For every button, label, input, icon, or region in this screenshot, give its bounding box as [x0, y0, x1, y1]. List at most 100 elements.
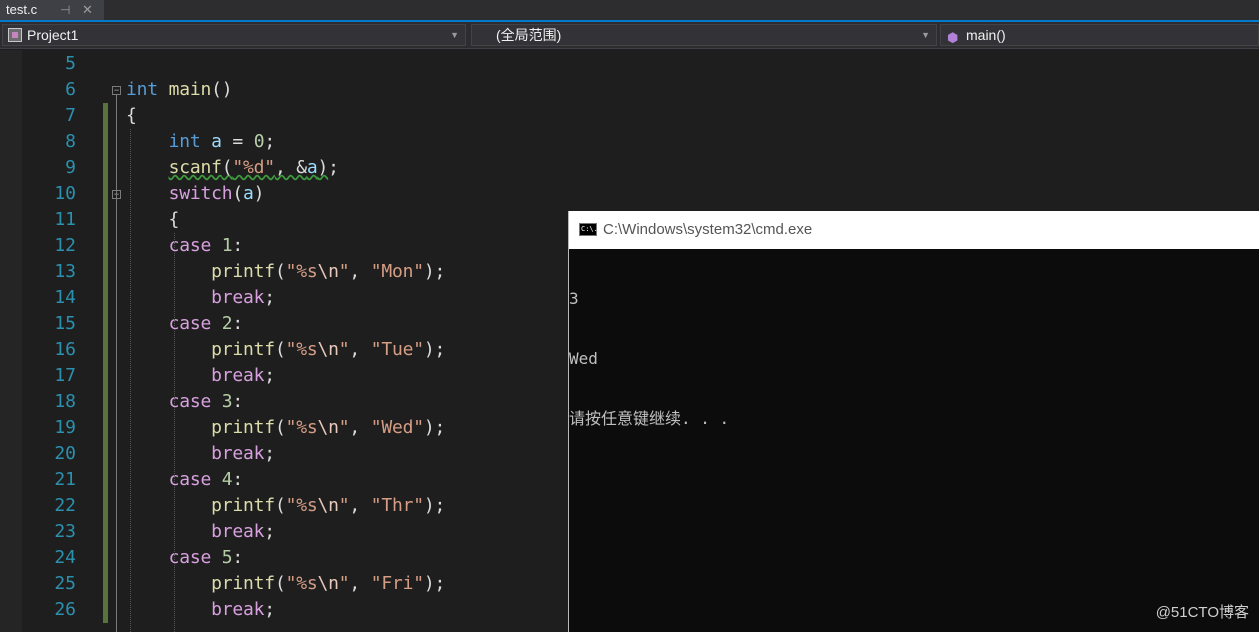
indent-guide	[130, 129, 131, 632]
code-token: :	[232, 469, 244, 490]
change-indicator	[103, 103, 108, 129]
code-text: case 3:	[126, 389, 244, 415]
cmd-icon: C:\.	[579, 223, 598, 236]
code-token: ;	[264, 599, 275, 620]
project-dropdown[interactable]: Project1 ▼	[2, 24, 466, 46]
code-token: "%d"	[232, 157, 275, 178]
code-token: "%s	[285, 495, 318, 516]
change-indicator	[103, 129, 108, 155]
code-token: a	[306, 157, 318, 178]
code-token: :	[232, 313, 244, 334]
scope-dropdown[interactable]: (全局范围) ▼	[471, 24, 937, 46]
navigation-bar: Project1 ▼ (全局范围) ▼ ⬢ main()	[0, 22, 1259, 49]
code-line[interactable]: 10 switch(a)	[0, 181, 700, 207]
code-token: "	[338, 261, 350, 282]
change-indicator	[103, 285, 108, 311]
code-text: case 2:	[126, 311, 244, 337]
code-text: {	[126, 207, 180, 233]
code-token: printf	[211, 573, 275, 594]
pin-icon[interactable]: ⊣	[60, 0, 70, 20]
chevron-down-icon[interactable]: ▼	[921, 25, 930, 45]
console-window[interactable]: C:\. C:\Windows\system32\cmd.exe 3 Wed 请…	[568, 211, 1259, 632]
code-token: );	[423, 495, 446, 516]
code-token: \n	[317, 417, 339, 438]
code-token: "%s	[285, 573, 318, 594]
line-number: 19	[54, 417, 76, 438]
code-token: (	[221, 157, 233, 178]
code-token: 2	[221, 313, 233, 334]
change-indicator	[103, 363, 108, 389]
line-number: 14	[54, 287, 76, 308]
console-title-bar[interactable]: C:\. C:\Windows\system32\cmd.exe	[569, 211, 1259, 249]
code-token: 3	[221, 391, 233, 412]
code-token: printf	[211, 339, 275, 360]
code-token: )	[317, 157, 329, 178]
outline-line	[116, 95, 117, 632]
console-title: C:\Windows\system32\cmd.exe	[603, 221, 813, 238]
code-text: break;	[126, 597, 275, 623]
code-line[interactable]: 8 int a = 0;	[0, 129, 700, 155]
code-token: );	[423, 339, 446, 360]
code-text: break;	[126, 285, 275, 311]
code-text: break;	[126, 519, 275, 545]
code-text: case 5:	[126, 545, 244, 571]
change-indicator	[103, 311, 108, 337]
code-line[interactable]: 5	[0, 51, 700, 77]
line-number: 17	[54, 365, 76, 386]
watermark: @51CTO博客	[1155, 604, 1249, 621]
code-token: "	[338, 417, 350, 438]
code-token: );	[423, 417, 446, 438]
code-text: switch(a)	[126, 181, 265, 207]
code-token: ;	[264, 521, 275, 542]
chevron-down-icon[interactable]: ▼	[450, 25, 459, 45]
code-text: break;	[126, 363, 275, 389]
code-token: 4	[221, 469, 233, 490]
line-number: 26	[54, 599, 76, 620]
code-token: , &	[274, 157, 307, 178]
line-number: 23	[54, 521, 76, 542]
tab-test-c[interactable]: test.c ⊣ ✕	[0, 0, 104, 20]
code-line[interactable]: 6 int main()	[0, 77, 700, 103]
code-token: "Thr"	[370, 495, 424, 516]
line-number: 12	[54, 235, 76, 256]
code-token: (	[274, 417, 286, 438]
code-text: break;	[126, 441, 275, 467]
code-token: =	[221, 131, 254, 152]
change-indicator	[103, 441, 108, 467]
change-indicator	[103, 571, 108, 597]
code-text: case 1:	[126, 233, 244, 259]
change-indicator	[103, 493, 108, 519]
code-token: (	[274, 573, 286, 594]
code-token: (	[232, 183, 244, 204]
code-token: \n	[317, 339, 339, 360]
fold-icon[interactable]: −	[112, 86, 121, 95]
code-line[interactable]: 9 scanf("%d", &a);	[0, 155, 700, 181]
code-token: int	[168, 131, 201, 152]
code-token: break	[211, 599, 265, 620]
code-line[interactable]: 7{	[0, 103, 700, 129]
line-number: 25	[54, 573, 76, 594]
code-token: printf	[211, 261, 275, 282]
code-token: :	[232, 391, 244, 412]
scope-label: (全局范围)	[496, 27, 562, 43]
member-dropdown[interactable]: ⬢ main()	[940, 24, 1259, 46]
change-indicator	[103, 207, 108, 233]
code-text: {	[126, 103, 137, 129]
close-icon[interactable]: ✕	[82, 0, 93, 20]
change-indicator	[103, 467, 108, 493]
code-token: (	[274, 261, 286, 282]
project-label: Project1	[27, 27, 79, 43]
code-token: main	[168, 79, 212, 100]
code-token: "%s	[285, 261, 318, 282]
code-token: \n	[317, 495, 339, 516]
